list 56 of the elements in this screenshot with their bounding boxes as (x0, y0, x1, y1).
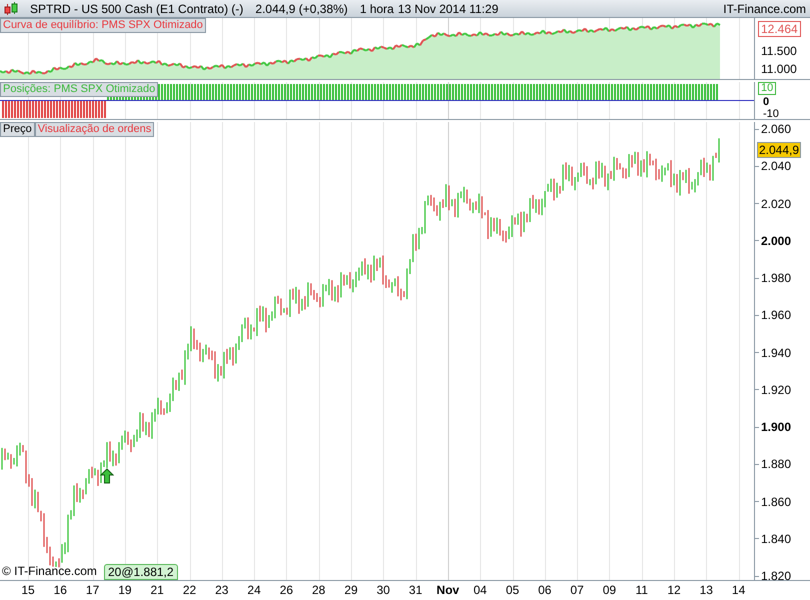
axis-label: 11.000 (761, 62, 797, 76)
axis-label: 1.920 (761, 382, 792, 397)
price-change: 2.044,9 (+0,38%) (255, 0, 348, 18)
axis-label: 2.040 (761, 159, 792, 174)
date-label: 05 (504, 583, 520, 597)
candlestick-icon (4, 2, 18, 16)
date-label: 24 (246, 583, 262, 597)
date-label: 16 (52, 583, 68, 597)
brand-label: IT-Finance.com (723, 0, 806, 18)
date-label: 06 (537, 583, 552, 597)
date-label: 26 (278, 583, 294, 597)
axis-label: 1.840 (761, 532, 792, 546)
date-label: 13 (698, 583, 714, 597)
axis-label: 1.860 (761, 494, 792, 508)
date-label: 04 (472, 583, 488, 597)
axis-label: 11.500 (761, 44, 797, 58)
date-label: 30 (376, 583, 391, 597)
date-label: 15 (20, 583, 36, 597)
axis-label: 2.060 (761, 122, 792, 136)
date-label: 12 (666, 583, 682, 597)
symbol-title: SPTRD - US 500 Cash (E1 Contrato) (-) (30, 0, 244, 18)
datetime-label: 13 Nov 2014 11:29 (398, 0, 498, 18)
interval-label: 1 hora (360, 0, 394, 18)
date-label: 14 (730, 583, 746, 597)
axis-label: 1.940 (761, 346, 792, 360)
axis-label: 1.820 (761, 569, 792, 583)
panel-legend: Curva de equilíbrio: PMS SPX Otimizado (0, 18, 206, 33)
axis-label: -10 (763, 108, 779, 120)
panel-legend: Visualização de ordens (34, 122, 154, 137)
date-label: 31 (408, 583, 424, 597)
axis-label: 1.900 (761, 420, 792, 434)
date-label: 19 (117, 583, 133, 597)
position-value-badge: 10 (758, 82, 776, 95)
date-label: 07 (569, 583, 585, 597)
axis-label: 1.980 (761, 271, 792, 285)
date-label: 21 (150, 583, 165, 597)
axis-label: 2.000 (761, 234, 792, 248)
axis-label: 1.960 (761, 308, 792, 322)
date-label: 28 (311, 583, 326, 597)
date-label: 22 (182, 583, 198, 597)
equity-value-badge: 12.464 (758, 21, 801, 37)
date-label: 17 (84, 583, 100, 597)
date-label: 11 (634, 583, 649, 597)
date-label: Nov (436, 583, 460, 597)
axis-label: 2.020 (761, 196, 792, 210)
axis-label: 1.880 (761, 457, 792, 472)
buy-arrow-icon (100, 468, 114, 484)
panel-legend: Preço (0, 122, 35, 137)
copyright-label: © IT-Finance.com (2, 564, 97, 578)
date-label: 29 (343, 583, 359, 597)
date-label: 23 (214, 583, 230, 597)
panel-legend: Posições: PMS SPX Otimizado (0, 82, 158, 97)
date-label: 09 (602, 583, 618, 597)
last-price-badge: 2.044,9 (757, 142, 802, 158)
axis-label: 0 (763, 96, 770, 108)
order-label: 20@1.881,2 (104, 564, 178, 580)
